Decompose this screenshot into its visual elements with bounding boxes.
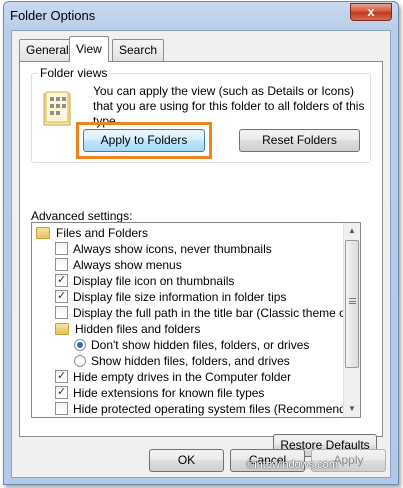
- list-item-files-and-folders: Files and Folders: [36, 225, 148, 242]
- tab-view[interactable]: View: [69, 36, 109, 62]
- scroll-down-arrow-icon[interactable]: ▼: [344, 401, 360, 417]
- dialog-client: General View Search Folder views You can…: [11, 30, 391, 478]
- tab-general[interactable]: General: [19, 39, 76, 61]
- checkbox[interactable]: [55, 370, 68, 383]
- radio-button[interactable]: [74, 355, 86, 367]
- close-button[interactable]: x: [350, 3, 392, 21]
- checkbox[interactable]: [55, 402, 68, 415]
- list-item[interactable]: Always show menus: [55, 257, 182, 274]
- list-item[interactable]: Hide empty drives in the Computer folder: [55, 369, 291, 386]
- grip-icon: [349, 298, 356, 304]
- vertical-scrollbar[interactable]: ▲ ▼: [343, 223, 360, 417]
- list-item[interactable]: Display file size information in folder …: [55, 289, 286, 306]
- list-item[interactable]: Hide protected operating system files (R…: [55, 401, 360, 417]
- list-item[interactable]: Don't show hidden files, folders, or dri…: [74, 337, 309, 354]
- checkbox[interactable]: [55, 258, 68, 271]
- apply-to-folders-button[interactable]: Apply to Folders: [83, 129, 205, 152]
- folder-icon: [55, 323, 69, 335]
- list-item[interactable]: Hide extensions for known file types: [55, 385, 264, 402]
- close-icon: x: [367, 4, 375, 19]
- ok-button[interactable]: OK: [149, 449, 224, 472]
- folder-view-icon: [43, 91, 73, 127]
- folder-icon: [36, 227, 50, 239]
- window-title: Folder Options: [10, 8, 96, 23]
- list-item[interactable]: Always show icons, never thumbnails: [55, 241, 272, 258]
- title-bar[interactable]: Folder Options x: [4, 2, 398, 30]
- advanced-settings-list[interactable]: Files and Folders Always show icons, nev…: [31, 222, 361, 418]
- list-item-hidden-files: Hidden files and folders: [55, 321, 200, 338]
- radio-button[interactable]: [74, 339, 86, 351]
- scroll-up-arrow-icon[interactable]: ▲: [344, 223, 360, 239]
- reset-folders-button[interactable]: Reset Folders: [239, 129, 360, 152]
- advanced-settings-label: Advanced settings:: [31, 209, 133, 223]
- folder-views-label: Folder views: [38, 66, 110, 80]
- scrollbar-thumb[interactable]: [345, 240, 359, 368]
- folder-options-window: Folder Options x General View Search Fol…: [3, 1, 399, 485]
- checkbox[interactable]: [55, 306, 68, 319]
- list-item[interactable]: Display file icon on thumbnails: [55, 273, 234, 290]
- list-item[interactable]: Display the full path in the title bar (…: [55, 305, 360, 322]
- checkbox[interactable]: [55, 290, 68, 303]
- view-tab-panel: Folder views You can apply the view (suc…: [19, 61, 383, 457]
- tab-search[interactable]: Search: [112, 39, 165, 61]
- checkbox[interactable]: [55, 242, 68, 255]
- list-item[interactable]: Show hidden files, folders, and drives: [74, 353, 290, 370]
- checkbox[interactable]: [55, 386, 68, 399]
- watermark: ©intowindows.com: [246, 459, 338, 471]
- checkbox[interactable]: [55, 274, 68, 287]
